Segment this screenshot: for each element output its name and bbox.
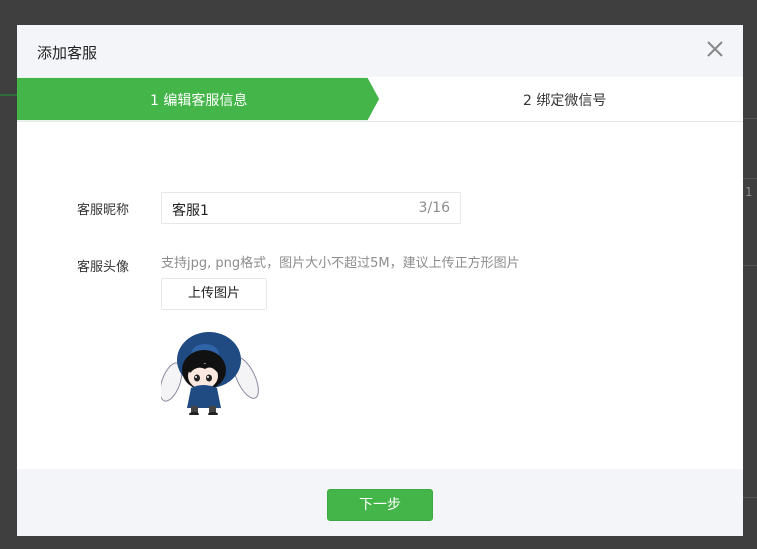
background-divider <box>743 118 757 119</box>
avatar-label: 客服头像 <box>77 260 130 275</box>
avatar-preview-image <box>161 320 261 415</box>
nickname-value: 客服1 <box>172 203 209 219</box>
background-divider <box>743 497 757 498</box>
step-1-label: 1 编辑客服信息 <box>150 93 248 109</box>
background-nav-underline <box>0 94 18 96</box>
add-customer-service-dialog: 添加客服 1 编辑客服信息 2 绑定微信号 客服昵称 客服1 3/16 客服头像… <box>17 25 743 536</box>
nickname-input[interactable]: 客服1 3/16 <box>161 192 461 224</box>
nickname-char-counter: 3/16 <box>418 200 450 216</box>
step-indicator: 1 编辑客服信息 2 绑定微信号 <box>17 77 743 122</box>
close-icon[interactable] <box>705 39 725 59</box>
background-divider <box>743 178 757 179</box>
background-divider <box>743 265 757 266</box>
nickname-label: 客服昵称 <box>77 203 130 218</box>
next-step-button[interactable]: 下一步 <box>327 489 433 521</box>
step-2-label: 2 绑定微信号 <box>523 93 607 109</box>
avatar-hint: 支持jpg, png格式，图片大小不超过5M，建议上传正方形图片 <box>161 256 520 271</box>
dialog-header: 添加客服 <box>17 25 743 77</box>
dialog-footer: 下一步 <box>17 469 743 536</box>
upload-image-button[interactable]: 上传图片 <box>161 278 267 310</box>
background-partial-text: 1 <box>745 185 753 199</box>
dialog-title: 添加客服 <box>37 44 98 62</box>
